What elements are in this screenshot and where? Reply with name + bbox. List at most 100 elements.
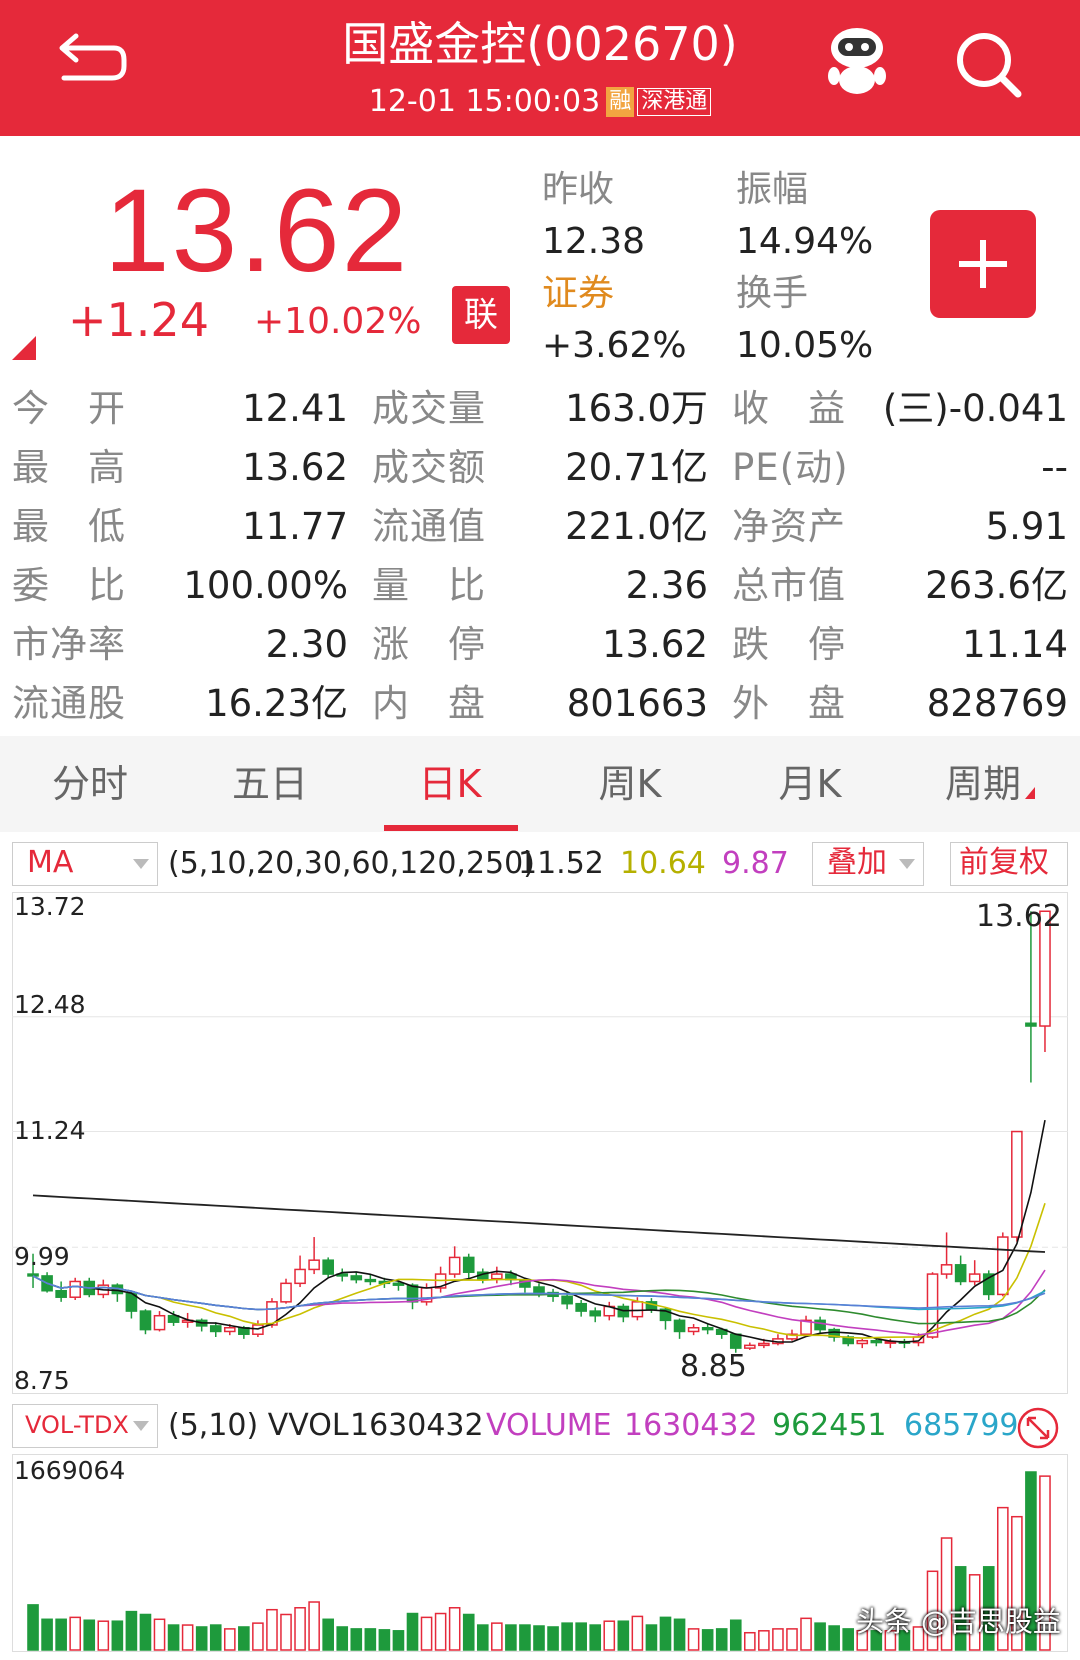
vol-ma5-value: 962451 (772, 1408, 887, 1443)
candle-body (364, 1278, 377, 1283)
volume-axis-top: 1669064 (14, 1456, 126, 1485)
tab-intraday[interactable]: 分时 (0, 736, 180, 832)
candle-body (687, 1327, 700, 1333)
ma-selector-label: MA (27, 845, 74, 880)
stat-value: 100.00% (183, 564, 348, 607)
volume-bar (69, 1616, 82, 1651)
volume-value: 1630432 (624, 1408, 758, 1443)
volume-bar (406, 1612, 419, 1651)
volume-bar (280, 1613, 292, 1651)
add-watchlist-button[interactable] (930, 210, 1036, 318)
stats-row: 今 开 12.41 成交量 163.0万 收 益 (三)-0.041 (0, 380, 1080, 438)
volume-bar (125, 1610, 138, 1651)
candle-body (940, 1264, 953, 1275)
candle-body (589, 1310, 602, 1317)
prev-close-label: 昨收 (542, 169, 615, 210)
expand-icon[interactable] (1016, 1406, 1060, 1452)
volume-bar (322, 1618, 334, 1651)
volume-bar (715, 1628, 728, 1651)
price-axis-3: 11.24 (14, 1116, 86, 1145)
candle-body (631, 1301, 644, 1318)
stat-value: -- (1041, 446, 1068, 489)
candle-body (814, 1319, 826, 1331)
stat-value: 12.41 (242, 387, 348, 430)
sector-label[interactable]: 证券 (542, 272, 614, 316)
stat-value: 828769 (926, 682, 1068, 725)
candle-body (1025, 1022, 1037, 1027)
stock-title: 国盛金控(002670) (342, 17, 738, 71)
volume-bar (814, 1622, 826, 1651)
stat-label: 总市值 (732, 564, 846, 607)
volume-bar (519, 1624, 531, 1651)
adjust-selector[interactable]: 前复权 (950, 842, 1068, 886)
stat-value: 20.71亿 (565, 446, 708, 489)
candle-body (701, 1327, 714, 1331)
stat-label: PE(动) (732, 446, 849, 489)
volume-bar (167, 1624, 180, 1651)
prev-close-value: 12.38 (542, 221, 646, 262)
stat-value: 2.36 (625, 564, 708, 607)
stat-value: 263.6亿 (925, 564, 1068, 607)
watermark-text: 头条 @吉思股益 (856, 1605, 1061, 1638)
candle-body (153, 1314, 166, 1331)
stats-row: 市净率 2.30 涨 停 13.62 跌 停 11.14 (0, 616, 1080, 674)
linked-button[interactable]: 联 (452, 286, 510, 344)
volume-bar (631, 1615, 644, 1651)
candle-body (322, 1259, 334, 1275)
tab-monthly-k[interactable]: 月K (720, 736, 900, 832)
ma-line-250 (32, 1194, 1046, 1253)
candle-body (533, 1286, 545, 1294)
vvol-value: 1630432 (350, 1408, 484, 1443)
low-price-marker: 8.85 (680, 1349, 747, 1384)
stats-row: 最 高 13.62 成交额 20.71亿 PE(动) -- (0, 439, 1080, 497)
chevron-down-icon (133, 1421, 149, 1431)
volume-bar (673, 1618, 686, 1651)
candle-body (462, 1256, 475, 1273)
sector-change-value: +3.62% (542, 325, 687, 366)
ma-params: (5,10,20,30,60,120,250) (168, 846, 535, 881)
stat-label: 跌 停 (732, 623, 846, 666)
volume-bar (364, 1628, 377, 1651)
volume-bar (252, 1622, 264, 1651)
price-axis-bottom: 8.75 (14, 1366, 70, 1395)
volume-bar (308, 1601, 320, 1651)
vol-indicator-bar: VOL-TDX (5,10) VVOL 1630432 VOLUME 16304… (0, 1400, 1080, 1452)
robot-assistant-icon[interactable] (822, 24, 892, 96)
volume-bar (195, 1626, 208, 1651)
search-icon[interactable] (950, 26, 1030, 102)
volume-bar (294, 1607, 306, 1651)
stat-value: 163.0万 (565, 387, 708, 430)
turnover-label: 换手 (736, 273, 809, 314)
volume-bar (659, 1616, 672, 1651)
volume-bar (448, 1607, 461, 1651)
volume-bar (491, 1622, 503, 1651)
tab-weekly-k[interactable]: 周K (540, 736, 720, 832)
volume-bar (505, 1624, 517, 1651)
candle-body (617, 1305, 630, 1318)
candle-body (729, 1333, 742, 1349)
candle-body (209, 1325, 222, 1333)
ma-selector[interactable]: MA (12, 842, 158, 886)
volume-bar (83, 1619, 96, 1651)
candle-body (406, 1284, 419, 1303)
stat-value: 13.62 (242, 446, 348, 489)
kline-chart[interactable] (12, 892, 1068, 1394)
volume-bar (41, 1618, 53, 1651)
volume-bar (547, 1626, 559, 1651)
overlay-selector[interactable]: 叠加 (812, 842, 924, 886)
candle-body (870, 1339, 883, 1344)
candle-body (167, 1314, 180, 1323)
volume-bar (111, 1620, 124, 1651)
volume-bar (238, 1626, 250, 1651)
volume-bar (842, 1628, 855, 1651)
volume-bar (462, 1613, 475, 1651)
candle-body (27, 1273, 39, 1277)
tab-daily-k[interactable]: 日K (360, 736, 540, 832)
vol-selector[interactable]: VOL-TDX (12, 1404, 158, 1448)
stat-value: 2.30 (265, 623, 348, 666)
overlay-selector-label: 叠加 (827, 845, 887, 880)
candle-body (223, 1327, 236, 1333)
candle-body (744, 1344, 756, 1349)
tab-period[interactable]: 周期 (900, 736, 1080, 832)
tab-five-day[interactable]: 五日 (180, 736, 360, 832)
